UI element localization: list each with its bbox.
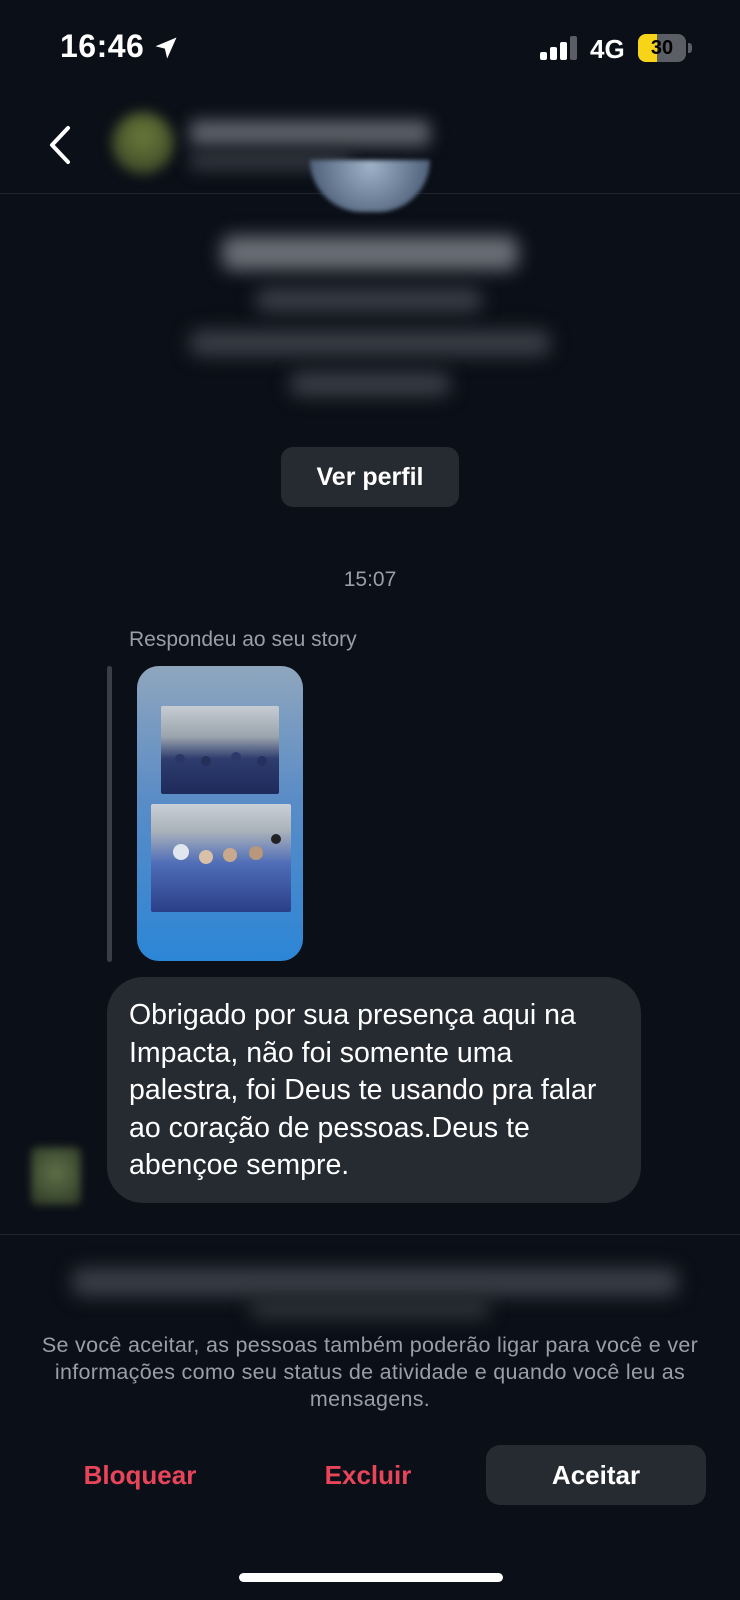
profile-username-redacted (256, 288, 482, 312)
network-type: 4G (590, 34, 625, 64)
battery-icon: 30 (638, 34, 686, 62)
profile-stats-redacted (190, 330, 550, 356)
home-indicator[interactable] (239, 1573, 503, 1582)
profile-avatar (310, 160, 430, 212)
header-avatar[interactable] (112, 112, 174, 174)
story-photo-2 (151, 804, 291, 912)
sender-avatar[interactable] (31, 1147, 81, 1205)
view-profile-button[interactable]: Ver perfil (281, 447, 459, 507)
location-arrow-icon (155, 37, 177, 59)
chevron-left-icon[interactable] (40, 120, 80, 170)
cellular-signal-icon (540, 36, 578, 60)
story-thumbnail[interactable] (137, 666, 303, 961)
accept-button[interactable]: Aceitar (486, 1445, 706, 1505)
delete-button[interactable]: Excluir (288, 1445, 448, 1505)
reply-indicator-bar (107, 666, 112, 962)
status-time: 16:46 (60, 28, 145, 64)
divider (0, 1234, 740, 1235)
battery-tip (688, 43, 692, 53)
message-text: Obrigado por sua presença aqui na Impact… (129, 999, 597, 1181)
request-info-text: Se você aceitar, as pessoas também poder… (41, 1333, 699, 1411)
message-timestamp: 15:07 (343, 568, 397, 591)
header-name-redacted[interactable] (190, 120, 430, 146)
status-bar: 16:46 4G 30 (0, 0, 740, 100)
request-subtitle-redacted (250, 1300, 490, 1318)
story-photo-1 (161, 706, 279, 794)
profile-name-redacted (222, 236, 518, 270)
block-button[interactable]: Bloquear (60, 1445, 220, 1505)
story-reply-label: Respondeu ao seu story (129, 628, 357, 651)
message-bubble[interactable]: Obrigado por sua presença aqui na Impact… (107, 977, 641, 1203)
profile-followers-redacted (290, 372, 450, 396)
request-title-redacted (72, 1268, 678, 1296)
battery-level: 30 (650, 37, 674, 59)
